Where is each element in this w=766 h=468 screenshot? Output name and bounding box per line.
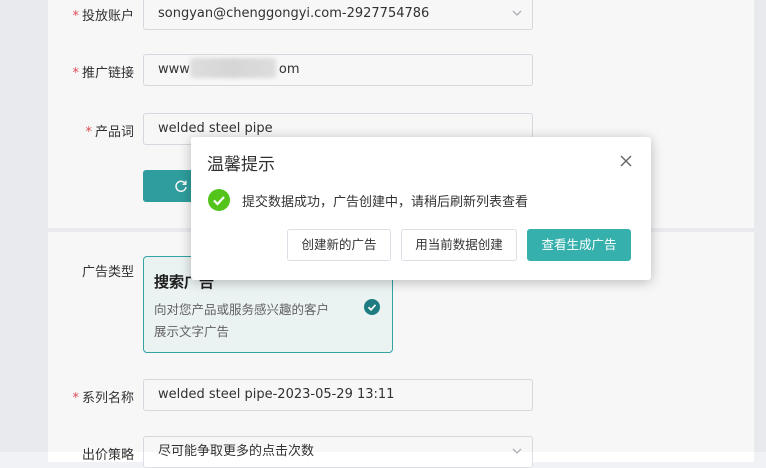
- success-check-icon: [208, 189, 230, 211]
- tip-dialog: 温馨提示 提交数据成功，广告创建中，请稍后刷新列表查看 创建新的广告 用当前数据…: [191, 137, 651, 280]
- create-with-current-data-button[interactable]: 用当前数据创建: [401, 229, 517, 261]
- create-new-ad-button[interactable]: 创建新的广告: [287, 229, 391, 261]
- view-generated-ads-button[interactable]: 查看生成广告: [527, 229, 631, 261]
- dialog-title: 温馨提示: [207, 155, 275, 175]
- close-icon[interactable]: [619, 154, 633, 168]
- dialog-message: 提交数据成功，广告创建中，请稍后刷新列表查看: [242, 195, 529, 210]
